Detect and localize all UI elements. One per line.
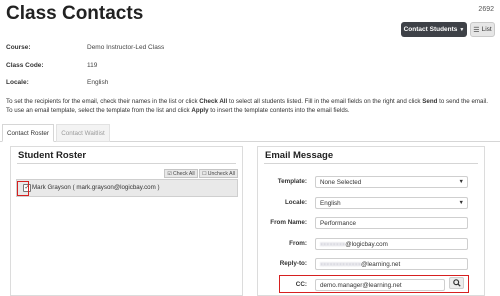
student-roster-panel: Student Roster ☑ Check All ☐ Uncheck All… [10,146,243,296]
caret-down-icon: ▼ [458,200,464,206]
instr-text: to select all students listed. Fill in t… [227,98,423,105]
reply-to-value: @learning.net [360,260,401,268]
locale-select-value: English [320,199,341,207]
from-value: @logicbay.com [345,240,388,248]
uncheck-all-button[interactable]: ☐ Uncheck All [199,169,238,178]
check-icon: ☑ [167,170,173,177]
from-name-value: Performance [320,219,357,227]
locale-select-label: Locale: [284,199,307,206]
contact-students-label: Contact Students [403,26,458,33]
template-select[interactable]: None Selected ▼ [315,176,468,188]
course-value: Demo Instructor-Led Class [87,44,165,51]
student-roster-title: Student Roster [18,150,87,161]
tab-contact-roster[interactable]: Contact Roster [2,124,54,142]
list-button[interactable]: ☰ List [470,22,495,37]
from-input[interactable]: xxxxxxxx @logicbay.com [315,238,468,250]
locale-select[interactable]: English ▼ [315,197,468,209]
from-label: From: [289,240,307,247]
course-label: Course: [6,44,31,51]
from-name-input[interactable]: Performance [315,217,468,229]
instr-text: To use an email template, select the tem… [6,107,192,114]
template-label: Template: [277,178,307,185]
tab-contact-waitlist[interactable]: Contact Waitlist [56,124,110,142]
instr-apply: Apply [191,107,209,114]
locale-label: Locale: [6,79,29,86]
instr-send: Send [422,98,438,105]
caret-down-icon: ▼ [459,26,465,33]
instr-check-all: Check All [199,98,228,105]
check-all-label: Check All [173,170,195,177]
instr-text: to send the email. [437,98,488,105]
page-title: Class Contacts [6,3,144,24]
list-icon: ☰ [473,26,480,34]
reply-to-input[interactable]: xxxxxxxxxxxxx @learning.net [315,258,468,270]
list-button-label: List [481,26,492,33]
redacted-text: xxxxxxxxxxxxx [320,260,361,268]
caret-down-icon: ▼ [458,179,464,185]
instructions-line-2: To use an email template, select the tem… [6,107,350,114]
student-list: ✓ Mark Grayson ( mark.grayson@logicbay.c… [16,179,238,197]
divider [264,163,478,164]
class-code-label: Class Code: [6,62,44,69]
contact-students-button[interactable]: Contact Students ▼ [401,22,467,37]
email-message-panel: Email Message Template: None Selected ▼ … [257,146,485,296]
divider [17,163,236,164]
email-message-title: Email Message [265,150,334,161]
uncheck-icon: ☐ [202,170,207,177]
tab-bar: Contact Roster Contact Waitlist [0,124,500,142]
check-all-button[interactable]: ☑ Check All [164,169,198,178]
template-value: None Selected [320,178,362,186]
student-name[interactable]: Mark Grayson ( mark.grayson@logicbay.com… [32,184,160,191]
highlight-box [17,181,29,196]
redacted-text: xxxxxxxx [320,240,346,248]
instr-text: To set the recipients for the email, che… [6,98,200,105]
uncheck-all-label: Uncheck All [207,170,235,177]
locale-value: English [87,79,109,86]
instructions-line-1: To set the recipients for the email, che… [6,98,488,105]
page-number: 2692 [478,6,494,13]
instr-text: to insert the template contents into the… [208,107,350,114]
highlight-box [279,275,469,293]
from-name-label: From Name: [270,219,307,226]
reply-to-label: Reply-to: [279,260,307,267]
class-code-value: 119 [87,62,98,69]
